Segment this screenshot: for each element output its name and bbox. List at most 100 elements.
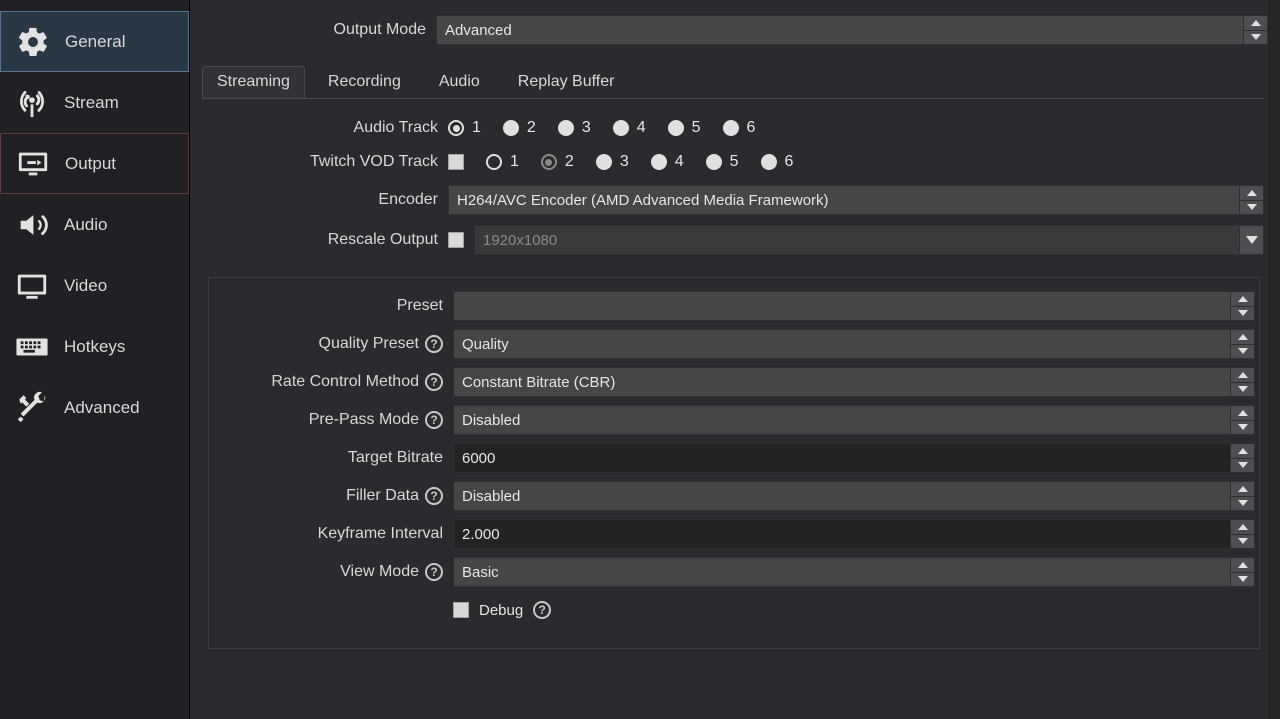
tab-streaming[interactable]: Streaming bbox=[202, 66, 305, 98]
twitch-vod-radio-5[interactable] bbox=[706, 154, 722, 170]
audio-track-radio-4[interactable] bbox=[613, 120, 629, 136]
updown-icon[interactable] bbox=[1230, 368, 1254, 396]
twitch-vod-radio-3[interactable] bbox=[596, 154, 612, 170]
filler-data-label: Filler Data bbox=[346, 487, 419, 505]
rate-control-value: Constant Bitrate (CBR) bbox=[462, 374, 615, 391]
target-bitrate-input[interactable]: 6000 bbox=[453, 443, 1255, 473]
preset-row: Preset bbox=[213, 290, 1255, 322]
output-tabs: Streaming Recording Audio Replay Buffer bbox=[202, 66, 1268, 98]
filler-data-row: Filler Data Disabled bbox=[213, 480, 1255, 512]
sidebar-item-hotkeys[interactable]: Hotkeys bbox=[0, 316, 189, 377]
view-mode-value: Basic bbox=[462, 564, 499, 581]
twitch-vod-opt-label: 6 bbox=[785, 153, 794, 171]
audio-track-opt-label: 2 bbox=[527, 119, 536, 137]
encoder-label: Encoder bbox=[202, 191, 448, 209]
sidebar-item-label: Output bbox=[65, 154, 116, 174]
help-icon[interactable] bbox=[533, 601, 551, 619]
preset-label: Preset bbox=[397, 297, 443, 315]
twitch-vod-radio-4[interactable] bbox=[651, 154, 667, 170]
twitch-vod-opt-label: 5 bbox=[730, 153, 739, 171]
tab-audio[interactable]: Audio bbox=[424, 66, 495, 98]
updown-icon[interactable] bbox=[1230, 330, 1254, 358]
prepass-select[interactable]: Disabled bbox=[453, 405, 1255, 435]
twitch-vod-radio-6[interactable] bbox=[761, 154, 777, 170]
twitch-vod-radio-1[interactable] bbox=[486, 154, 502, 170]
output-mode-row: Output Mode Advanced bbox=[190, 0, 1268, 50]
output-mode-select[interactable]: Advanced bbox=[436, 15, 1268, 45]
updown-icon[interactable] bbox=[1239, 186, 1263, 214]
rate-control-row: Rate Control Method Constant Bitrate (CB… bbox=[213, 366, 1255, 398]
encoder-value: H264/AVC Encoder (AMD Advanced Media Fra… bbox=[457, 192, 829, 209]
help-icon[interactable] bbox=[425, 563, 443, 581]
audio-track-label: Audio Track bbox=[202, 119, 448, 137]
filler-data-select[interactable]: Disabled bbox=[453, 481, 1255, 511]
help-icon[interactable] bbox=[425, 335, 443, 353]
quality-preset-value: Quality bbox=[462, 336, 509, 353]
help-icon[interactable] bbox=[425, 487, 443, 505]
quality-preset-select[interactable]: Quality bbox=[453, 329, 1255, 359]
audio-track-opt-label: 4 bbox=[637, 119, 646, 137]
prepass-row: Pre-Pass Mode Disabled bbox=[213, 404, 1255, 436]
rescale-output-checkbox[interactable] bbox=[448, 232, 464, 248]
keyframe-interval-input[interactable]: 2.000 bbox=[453, 519, 1255, 549]
tab-recording[interactable]: Recording bbox=[313, 66, 416, 98]
debug-label: Debug bbox=[479, 602, 523, 619]
vertical-scrollbar[interactable] bbox=[1268, 0, 1280, 719]
filler-data-value: Disabled bbox=[462, 488, 520, 505]
twitch-vod-radio-2[interactable] bbox=[541, 154, 557, 170]
rate-control-label: Rate Control Method bbox=[271, 373, 419, 391]
audio-track-opt-label: 1 bbox=[472, 119, 481, 137]
audio-track-radio-6[interactable] bbox=[723, 120, 739, 136]
sidebar-item-label: General bbox=[65, 32, 125, 52]
view-mode-row: View Mode Basic bbox=[213, 556, 1255, 588]
sidebar-item-audio[interactable]: Audio bbox=[0, 194, 189, 255]
rate-control-select[interactable]: Constant Bitrate (CBR) bbox=[453, 367, 1255, 397]
encoder-select[interactable]: H264/AVC Encoder (AMD Advanced Media Fra… bbox=[448, 185, 1264, 215]
spinner-icon[interactable] bbox=[1230, 520, 1254, 548]
prepass-label: Pre-Pass Mode bbox=[309, 411, 419, 429]
updown-icon[interactable] bbox=[1230, 558, 1254, 586]
spinner-icon[interactable] bbox=[1230, 444, 1254, 472]
twitch-vod-track-row: Twitch VOD Track 1 2 3 4 5 6 bbox=[202, 147, 1264, 177]
tab-replay-buffer[interactable]: Replay Buffer bbox=[503, 66, 630, 98]
view-mode-select[interactable]: Basic bbox=[453, 557, 1255, 587]
audio-track-radio-3[interactable] bbox=[558, 120, 574, 136]
help-icon[interactable] bbox=[425, 373, 443, 391]
sidebar-item-general[interactable]: General bbox=[0, 11, 189, 72]
speaker-icon bbox=[12, 205, 52, 245]
monitor-arrow-icon bbox=[13, 144, 53, 184]
sidebar-item-stream[interactable]: Stream bbox=[0, 72, 189, 133]
chevron-down-icon[interactable] bbox=[1239, 226, 1263, 254]
sidebar-item-advanced[interactable]: Advanced bbox=[0, 377, 189, 438]
audio-track-opt-label: 3 bbox=[582, 119, 591, 137]
debug-row: Debug bbox=[213, 594, 1255, 626]
sidebar-item-output[interactable]: Output bbox=[0, 133, 189, 194]
keyframe-interval-label: Keyframe Interval bbox=[318, 525, 443, 543]
audio-track-radio-2[interactable] bbox=[503, 120, 519, 136]
updown-icon[interactable] bbox=[1230, 482, 1254, 510]
quality-preset-row: Quality Preset Quality bbox=[213, 328, 1255, 360]
tab-separator bbox=[202, 98, 1264, 99]
rescale-output-placeholder: 1920x1080 bbox=[483, 232, 557, 249]
audio-track-opt-label: 5 bbox=[692, 119, 701, 137]
tools-icon bbox=[12, 388, 52, 428]
preset-select[interactable] bbox=[453, 291, 1255, 321]
updown-icon[interactable] bbox=[1243, 16, 1267, 44]
twitch-vod-opt-label: 1 bbox=[510, 153, 519, 171]
twitch-vod-opt-label: 4 bbox=[675, 153, 684, 171]
debug-checkbox[interactable] bbox=[453, 602, 469, 618]
output-mode-label: Output Mode bbox=[190, 10, 436, 50]
output-mode-value: Advanced bbox=[445, 22, 512, 39]
twitch-vod-enable-checkbox[interactable] bbox=[448, 154, 464, 170]
updown-icon[interactable] bbox=[1230, 406, 1254, 434]
sidebar-item-label: Stream bbox=[64, 93, 119, 113]
help-icon[interactable] bbox=[425, 411, 443, 429]
audio-track-radio-1[interactable] bbox=[448, 120, 464, 136]
audio-track-radio-5[interactable] bbox=[668, 120, 684, 136]
updown-icon[interactable] bbox=[1230, 292, 1254, 320]
sidebar: General Stream Output Audio Video Hotkey… bbox=[0, 0, 190, 719]
keyboard-icon bbox=[12, 327, 52, 367]
quality-preset-label: Quality Preset bbox=[319, 335, 419, 353]
rescale-output-select[interactable]: 1920x1080 bbox=[474, 225, 1264, 255]
sidebar-item-video[interactable]: Video bbox=[0, 255, 189, 316]
